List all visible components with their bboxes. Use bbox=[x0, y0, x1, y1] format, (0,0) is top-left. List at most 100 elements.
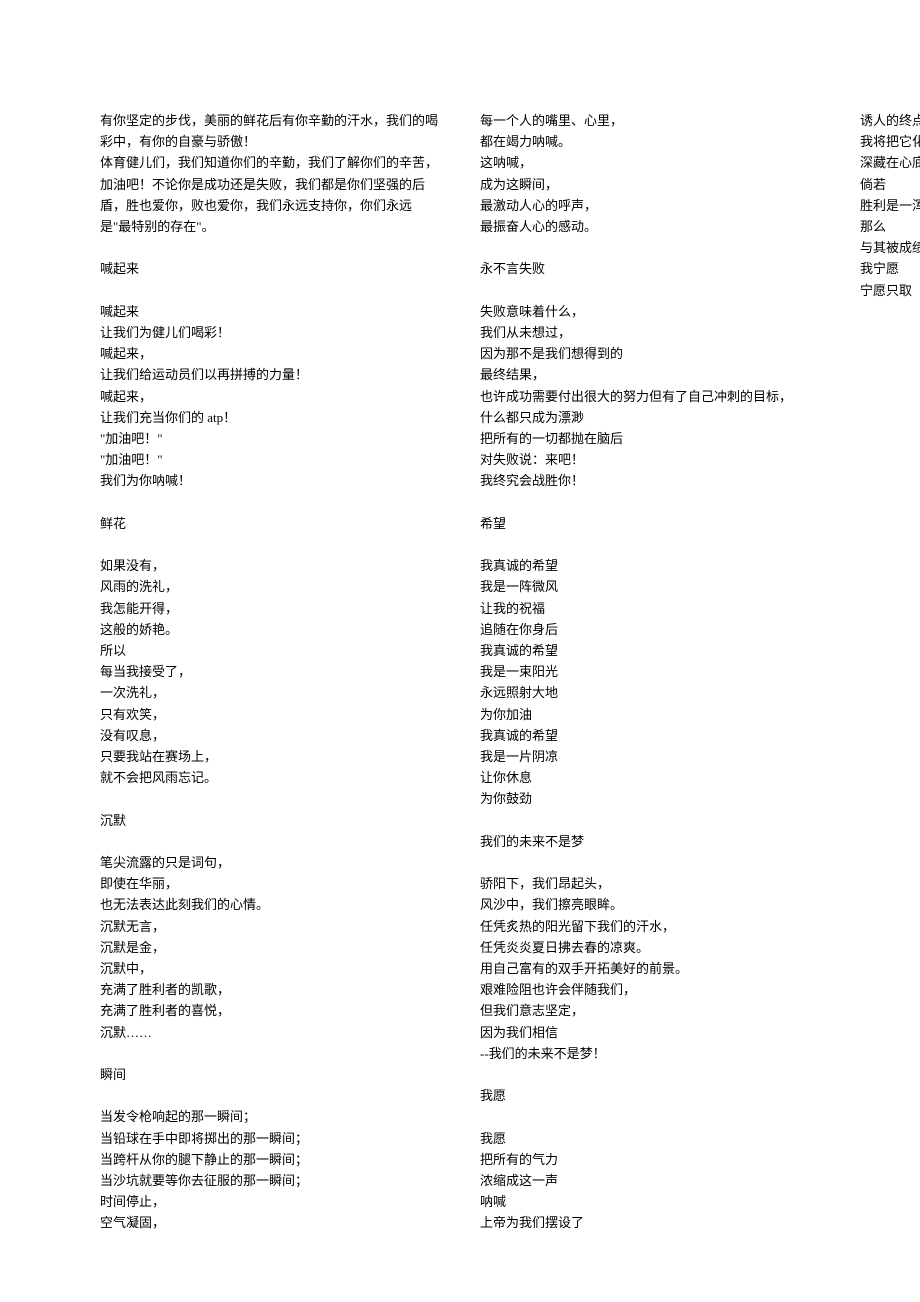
text-line: 喊起来 bbox=[100, 301, 440, 322]
blank-line bbox=[100, 1043, 440, 1064]
text-line: 空气凝固， bbox=[100, 1212, 440, 1233]
text-line: 有你坚定的步伐，美丽的鲜花后有你辛勤的汗水，我们的喝彩中，有你的自豪与骄傲！ bbox=[100, 110, 440, 152]
text-line: 追随在你身后 bbox=[480, 619, 820, 640]
text-line: 永远照射大地 bbox=[480, 682, 820, 703]
text-line: 喊起来， bbox=[100, 343, 440, 364]
text-line: 我真诚的希望 bbox=[480, 725, 820, 746]
blank-line bbox=[100, 1085, 440, 1106]
text-line: 成为这瞬间， bbox=[480, 174, 820, 195]
text-line: 最振奋人心的感动。 bbox=[480, 216, 820, 237]
text-line: 我是一片阴凉 bbox=[480, 746, 820, 767]
blank-line bbox=[100, 280, 440, 301]
text-line: 让我的祝福 bbox=[480, 598, 820, 619]
blank-line bbox=[480, 810, 820, 831]
text-line: 也无法表达此刻我们的心情。 bbox=[100, 894, 440, 915]
text-line: 艰难险阻也许会伴随我们， bbox=[480, 979, 820, 1000]
text-line: 浓缩成这一声 bbox=[480, 1170, 820, 1191]
text-line: 当铅球在手中即将掷出的那一瞬间； bbox=[100, 1128, 440, 1149]
text-line: 对失败说：来吧！ bbox=[480, 449, 820, 470]
text-line: 骄阳下，我们昂起头， bbox=[480, 873, 820, 894]
text-line: 体育健儿们，我们知道你们的辛勤，我们了解你们的辛苦，加油吧！不论你是成功还是失败… bbox=[100, 152, 440, 237]
text-line: 一次洗礼， bbox=[100, 682, 440, 703]
text-line: 时间停止， bbox=[100, 1191, 440, 1212]
text-line: 充满了胜利者的喜悦， bbox=[100, 1000, 440, 1021]
text-line: 最终结果， bbox=[480, 364, 820, 385]
text-line: 当发令枪响起的那一瞬间； bbox=[100, 1106, 440, 1127]
text-line: 那么 bbox=[860, 216, 920, 237]
text-line: 让我们为健儿们喝彩！ bbox=[100, 322, 440, 343]
text-line: 如果没有， bbox=[100, 555, 440, 576]
text-line: 即使在华丽， bbox=[100, 873, 440, 894]
text-line: 我们的未来不是梦 bbox=[480, 831, 820, 852]
text-line: 呐喊 bbox=[480, 1191, 820, 1212]
text-line: 我愿 bbox=[480, 1085, 820, 1106]
text-line: 充满了胜利者的凯歌， bbox=[100, 979, 440, 1000]
text-line: 胜利是一浑然的在意 bbox=[860, 195, 920, 216]
text-line: 喊起来 bbox=[100, 258, 440, 279]
text-line: 鲜花 bbox=[100, 513, 440, 534]
text-line: "加油吧！" bbox=[100, 428, 440, 449]
text-line: 每一个人的嘴里、心里， bbox=[480, 110, 820, 131]
blank-line bbox=[480, 852, 820, 873]
blank-line bbox=[100, 237, 440, 258]
text-line: 把所有的一切都抛在脑后 bbox=[480, 428, 820, 449]
text-line: 我们为你呐喊！ bbox=[100, 470, 440, 491]
text-line: 为你鼓劲 bbox=[480, 788, 820, 809]
text-line: 我真诚的希望 bbox=[480, 555, 820, 576]
text-line: 这般的娇艳。 bbox=[100, 619, 440, 640]
text-line: 为你加油 bbox=[480, 704, 820, 725]
text-line: 都在竭力呐喊。 bbox=[480, 131, 820, 152]
text-line: 就不会把风雨忘记。 bbox=[100, 767, 440, 788]
blank-line bbox=[480, 492, 820, 513]
blank-line bbox=[100, 492, 440, 513]
text-line: 没有叹息， bbox=[100, 725, 440, 746]
text-line: 失败意味着什么， bbox=[480, 301, 820, 322]
text-line: 把所有的气力 bbox=[480, 1149, 820, 1170]
document-page: 有你坚定的步伐，美丽的鲜花后有你辛勤的汗水，我们的喝彩中，有你的自豪与骄傲！体育… bbox=[0, 0, 920, 1300]
blank-line bbox=[100, 534, 440, 555]
text-line: 因为那不是我们想得到的 bbox=[480, 343, 820, 364]
text-line: 瞬间 bbox=[100, 1064, 440, 1085]
text-line: 风雨的洗礼， bbox=[100, 576, 440, 597]
text-line: 只要我站在赛场上， bbox=[100, 746, 440, 767]
blank-line bbox=[480, 534, 820, 555]
text-line: 我是一束阳光 bbox=[480, 661, 820, 682]
text-line: 这呐喊， bbox=[480, 152, 820, 173]
text-line: 永不言失败 bbox=[480, 258, 820, 279]
text-line: 诱人的终点 bbox=[860, 110, 920, 131]
text-line: 我怎能开得， bbox=[100, 598, 440, 619]
text-line: 倘若 bbox=[860, 174, 920, 195]
text-line: 所以 bbox=[100, 640, 440, 661]
text-line: 每当我接受了， bbox=[100, 661, 440, 682]
text-line: 与其被成绩压在下面 bbox=[860, 237, 920, 258]
text-line: 但我们意志坚定， bbox=[480, 1000, 820, 1021]
text-line: 任凭炙热的阳光留下我们的汗水， bbox=[480, 916, 820, 937]
blank-line bbox=[480, 237, 820, 258]
blank-line bbox=[480, 280, 820, 301]
text-line: 沉默无言， bbox=[100, 916, 440, 937]
text-line: "加油吧！" bbox=[100, 449, 440, 470]
text-line: 风沙中，我们擦亮眼眸。 bbox=[480, 894, 820, 915]
text-line: 任凭炎炎夏日拂去春的凉爽。 bbox=[480, 937, 820, 958]
text-line: 上帝为我们摆设了 bbox=[480, 1212, 820, 1233]
text-line: 深藏在心底 bbox=[860, 152, 920, 173]
text-line: 沉默是金， bbox=[100, 937, 440, 958]
text-line: 也许成功需要付出很大的努力但有了自己冲刺的目标， bbox=[480, 386, 820, 407]
text-line: 让我们充当你们的 atp！ bbox=[100, 407, 440, 428]
text-line: 我愿 bbox=[480, 1128, 820, 1149]
text-line: 我宁愿 bbox=[860, 258, 920, 279]
text-line: 喊起来， bbox=[100, 386, 440, 407]
blank-line bbox=[480, 1106, 820, 1127]
text-line: --我们的未来不是梦！ bbox=[480, 1043, 820, 1064]
text-line: 只有欢笑， bbox=[100, 704, 440, 725]
text-line: 我们从未想过， bbox=[480, 322, 820, 343]
blank-line bbox=[100, 831, 440, 852]
blank-line bbox=[480, 1064, 820, 1085]
text-line: 我将把它化作最后的声音 bbox=[860, 131, 920, 152]
text-line: 沉默…… bbox=[100, 1022, 440, 1043]
text-line: 因为我们相信 bbox=[480, 1022, 820, 1043]
blank-line bbox=[100, 788, 440, 809]
text-line: 让你休息 bbox=[480, 767, 820, 788]
text-line: 沉默 bbox=[100, 810, 440, 831]
text-line: 希望 bbox=[480, 513, 820, 534]
